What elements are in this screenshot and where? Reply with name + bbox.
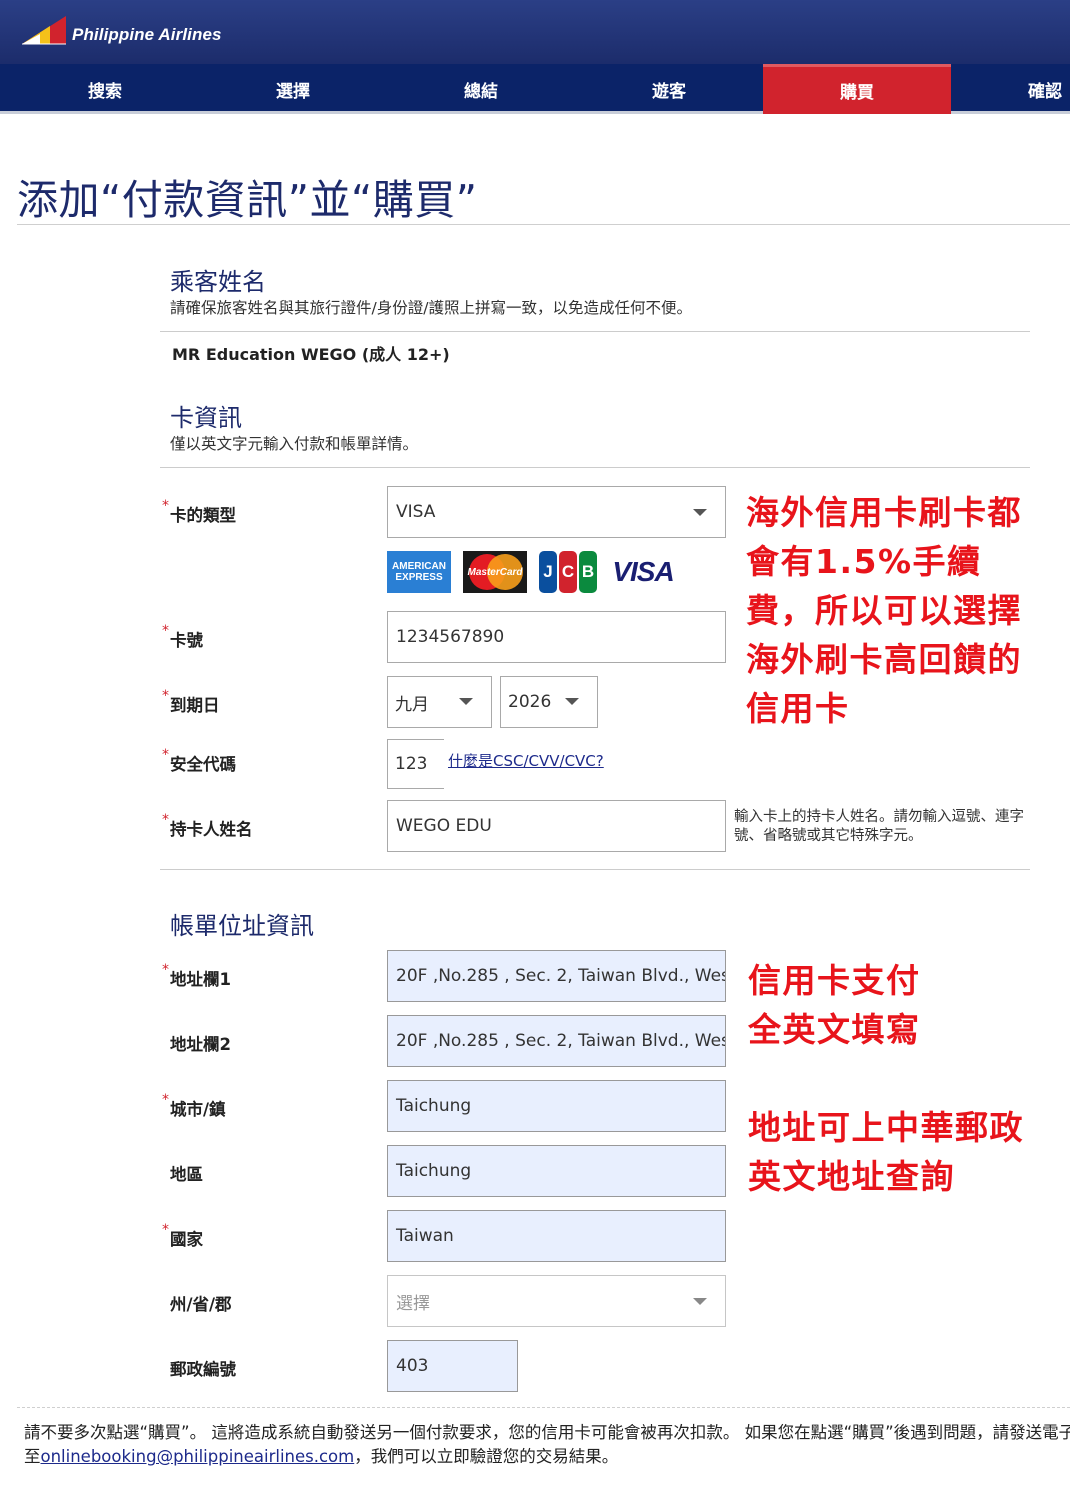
cvv-help-link[interactable]: 什麼是CSC/CVV/CVC? <box>448 750 604 771</box>
passenger-section-title: 乘客姓名 <box>170 268 266 296</box>
chevron-down-icon <box>693 1298 707 1305</box>
card-number-input[interactable]: 1234567890 <box>387 611 726 663</box>
nav-step-summary[interactable]: 總結 <box>386 64 576 114</box>
chevron-down-icon <box>459 698 473 705</box>
card-number-label: *卡號 <box>162 623 203 650</box>
expiry-year-select[interactable]: 2026 <box>500 676 598 728</box>
passenger-name: MR Education WEGO (成人 12+) <box>172 345 450 364</box>
city-label: *城市/鎮 <box>162 1092 226 1119</box>
zip-label: 郵政編號 <box>170 1360 236 1379</box>
card-section-title: 卡資訊 <box>170 404 242 432</box>
nav-step-search[interactable]: 搜索 <box>10 64 200 114</box>
title-divider <box>17 224 1070 225</box>
country-label: *國家 <box>162 1222 203 1249</box>
section-divider <box>160 331 1030 332</box>
chevron-down-icon <box>693 509 707 516</box>
cardholder-name-hint: 輸入卡上的持卡人姓名。請勿輸入逗號、連字號、省略號或其它特殊字元。 <box>734 809 1024 844</box>
visa-logo-icon: VISA <box>612 556 674 587</box>
address1-input[interactable]: 20F ,No.285 , Sec. 2, Taiwan Blvd., West <box>387 950 726 1002</box>
cardholder-name-label: *持卡人姓名 <box>162 812 253 839</box>
purchase-warning: 請不要多次點選“購買”。 這將造成系統自動發送另一個付款要求，您的信用卡可能會被… <box>24 1421 1070 1469</box>
jcb-logo-icon: J C B <box>539 551 597 593</box>
state-placeholder: 選擇 <box>396 1293 430 1314</box>
chevron-down-icon <box>565 698 579 705</box>
address2-label: 地址欄2 <box>170 1035 231 1054</box>
expiry-month-select[interactable]: 九月 <box>387 676 492 728</box>
cvv-input[interactable]: 123 <box>387 739 444 789</box>
card-type-value: VISA <box>396 502 436 522</box>
city-input[interactable]: Taichung <box>387 1080 726 1132</box>
country-input[interactable]: Taiwan <box>387 1210 726 1262</box>
english-annotation: 信用卡支付 全英文填寫 <box>748 961 921 1049</box>
address-annotation: 地址可上中華郵政 英文地址查詢 <box>748 1108 1024 1196</box>
district-input[interactable]: Taichung <box>387 1145 726 1197</box>
nav-step-purchase[interactable]: 購買 <box>763 64 951 114</box>
state-label: 州/省/郡 <box>170 1295 232 1314</box>
airline-logo[interactable]: Philippine Airlines <box>20 14 222 48</box>
booking-steps-nav: 搜索 選擇 總結 遊客 購買 確認 <box>0 64 1070 114</box>
nav-step-confirm[interactable]: 確認 <box>1010 64 1070 114</box>
passenger-section-desc: 請確保旅客姓名與其旅行證件/身份證/護照上拼寫一致，以免造成任何不便。 <box>170 299 692 317</box>
card-section-desc: 僅以英文字元輸入付款和帳單詳情。 <box>170 435 419 453</box>
brand-name: Philippine Airlines <box>72 25 222 44</box>
zip-input[interactable]: 403 <box>387 1340 518 1392</box>
address2-input[interactable]: 20F ,No.285 , Sec. 2, Taiwan Blvd., West <box>387 1015 726 1067</box>
expiry-month-value: 九月 <box>395 694 429 715</box>
card-logos: AMERICAN EXPRESS MasterCard J C B VISA <box>387 550 677 594</box>
billing-section-title: 帳單位址資訊 <box>170 912 314 940</box>
cvv-label: *安全代碼 <box>162 747 236 774</box>
card-type-select[interactable]: VISA <box>387 486 726 538</box>
nav-step-passengers[interactable]: 遊客 <box>574 64 764 114</box>
top-header: Philippine Airlines <box>0 0 1070 64</box>
expiry-label: *到期日 <box>162 688 220 715</box>
mastercard-logo-icon: MasterCard <box>463 551 527 593</box>
warning-line-2: 至onlinebooking@philippineairlines.com，我們… <box>24 1447 619 1466</box>
section-divider <box>160 467 1030 468</box>
fee-annotation: 海外信用卡刷卡都 會有1.5%手續 費，所以可以選擇 海外刷卡高回饋的 信用卡 <box>746 493 1022 728</box>
warning-line-1: 請不要多次點選“購買”。 這將造成系統自動發送另一個付款要求，您的信用卡可能會被… <box>24 1423 1070 1442</box>
expiry-year-value: 2026 <box>508 692 552 712</box>
district-label: 地區 <box>170 1165 203 1184</box>
footer-divider <box>17 1407 1070 1408</box>
support-email-link[interactable]: onlinebooking@philippineairlines.com <box>41 1447 355 1466</box>
state-select[interactable]: 選擇 <box>387 1275 726 1327</box>
card-type-label: *卡的類型 <box>162 498 236 525</box>
page-title: 添加“付款資訊”並“購買” <box>17 176 478 224</box>
cardholder-name-input[interactable]: WEGO EDU <box>387 800 726 852</box>
nav-step-select[interactable]: 選擇 <box>198 64 388 114</box>
address1-label: *地址欄1 <box>162 962 231 989</box>
section-divider <box>160 869 1030 870</box>
amex-logo-icon: AMERICAN EXPRESS <box>387 551 451 593</box>
sun-logo-icon <box>22 16 66 45</box>
